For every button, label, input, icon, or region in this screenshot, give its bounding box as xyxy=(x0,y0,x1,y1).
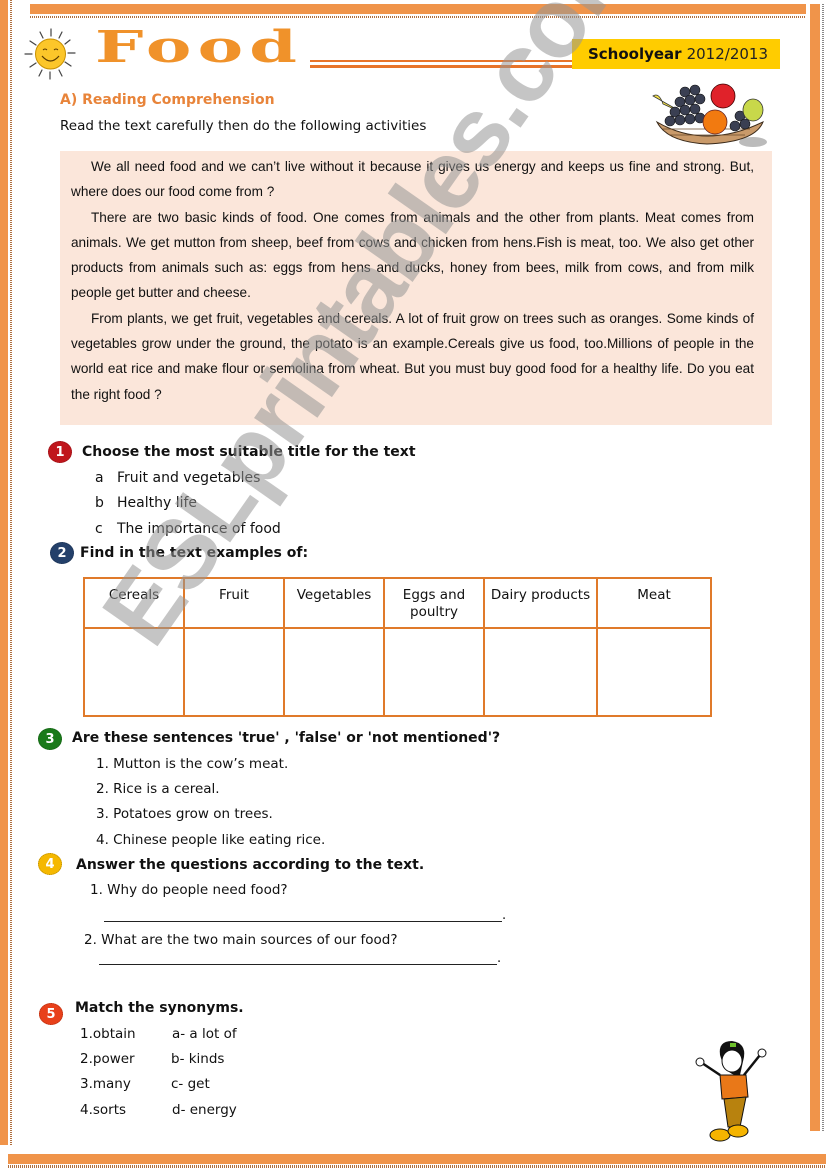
question-3-badge: 3 xyxy=(38,728,62,750)
column-header-meat: Meat xyxy=(596,577,712,629)
question-2-badge: 2 xyxy=(50,542,74,564)
title-underline xyxy=(310,60,572,62)
match-left-item: 4.sorts xyxy=(80,1102,127,1118)
cheering-girl-icon xyxy=(695,1041,767,1142)
statement-item: 2. Rice is a cereal. xyxy=(96,781,220,797)
frame-left-dotted-border xyxy=(10,0,12,1145)
answer-line-1[interactable] xyxy=(104,921,502,922)
option-letter: a xyxy=(95,470,104,486)
match-right-item: a- a lot of xyxy=(172,1026,237,1042)
question-3-title: Are these sentences 'true' , 'false' or … xyxy=(72,730,501,746)
match-right-item: c- get xyxy=(171,1076,210,1092)
option-text: Fruit and vegetables xyxy=(117,470,261,486)
question-5-title: Match the synonyms. xyxy=(75,1000,244,1016)
statement-item: 4. Chinese people like eating rice. xyxy=(96,832,326,848)
match-left-item: 2.power xyxy=(80,1051,135,1067)
schoolyear-label: Schoolyear xyxy=(587,45,682,63)
open-question: 2. What are the two main sources of our … xyxy=(84,932,398,948)
q1-option-a[interactable]: a Fruit and vegetables xyxy=(95,470,260,486)
question-4-title: Answer the questions according to the te… xyxy=(76,857,425,873)
q1-option-c[interactable]: c The importance of food xyxy=(95,521,281,537)
option-letter: c xyxy=(95,521,103,537)
column-header-cereals: Cereals xyxy=(83,577,185,629)
smiling-sun-icon xyxy=(24,28,76,80)
answer-cell-cereals[interactable] xyxy=(83,627,185,717)
frame-right-dotted-border xyxy=(822,4,824,1131)
answer-cell-dairy[interactable] xyxy=(483,627,598,717)
passage-paragraph: From plants, we get fruit, vegetables an… xyxy=(71,310,754,402)
match-left-item: 1.obtain xyxy=(80,1026,136,1042)
answer-line-2[interactable] xyxy=(99,964,497,965)
question-2-title: Find in the text examples of: xyxy=(80,545,309,561)
question-5-badge: 5 xyxy=(39,1003,63,1025)
statement-item: 3. Potatoes grow on trees. xyxy=(96,806,273,822)
food-categories-table: Cereals Fruit Vegetables Eggs and poultr… xyxy=(83,577,712,717)
line-end-dot: . xyxy=(502,908,507,923)
frame-top-border xyxy=(30,4,806,14)
instructions: Read the text carefully then do the foll… xyxy=(60,118,427,134)
reading-passage: We all need food and we can’t live witho… xyxy=(60,151,772,425)
question-1-title: Choose the most suitable title for the t… xyxy=(82,444,416,460)
page-title: Food xyxy=(95,22,304,73)
question-1-badge: 1 xyxy=(48,441,72,463)
answer-cell-fruit[interactable] xyxy=(183,627,285,717)
passage-paragraph: There are two basic kinds of food. One c… xyxy=(71,209,754,301)
passage-paragraph: We all need food and we can’t live witho… xyxy=(71,159,754,200)
title-underline-thick xyxy=(310,65,572,68)
section-heading: A) Reading Comprehension xyxy=(60,92,275,108)
open-question: 1. Why do people need food? xyxy=(90,882,288,898)
frame-top-dotted-border xyxy=(30,16,806,18)
match-left-item: 3.many xyxy=(80,1076,131,1092)
column-header-dairy: Dairy products xyxy=(483,577,598,629)
option-text: The importance of food xyxy=(117,521,281,537)
answer-cell-vegetables[interactable] xyxy=(283,627,385,717)
statement-item: 1. Mutton is the cow’s meat. xyxy=(96,756,289,772)
match-right-item: d- energy xyxy=(172,1102,237,1118)
column-header-eggs-poultry: Eggs and poultry xyxy=(383,577,485,629)
frame-left-border xyxy=(0,0,8,1145)
frame-bottom-border xyxy=(8,1154,826,1164)
option-letter: b xyxy=(95,495,104,511)
frame-right-border xyxy=(810,4,820,1131)
match-right-item: b- kinds xyxy=(171,1051,225,1067)
schoolyear-value: 2012/2013 xyxy=(686,45,768,63)
line-end-dot: . xyxy=(497,951,502,966)
option-text: Healthy life xyxy=(117,495,198,511)
column-header-vegetables: Vegetables xyxy=(283,577,385,629)
answer-cell-meat[interactable] xyxy=(596,627,712,717)
frame-bottom-dotted-border xyxy=(8,1165,826,1168)
q1-option-b[interactable]: b Healthy life xyxy=(95,495,197,511)
answer-cell-eggs-poultry[interactable] xyxy=(383,627,485,717)
column-header-fruit: Fruit xyxy=(183,577,285,629)
fruit-basket-icon xyxy=(652,83,767,147)
schoolyear-banner: Schoolyear 2012/2013 xyxy=(572,39,780,69)
question-4-badge: 4 xyxy=(38,853,62,875)
